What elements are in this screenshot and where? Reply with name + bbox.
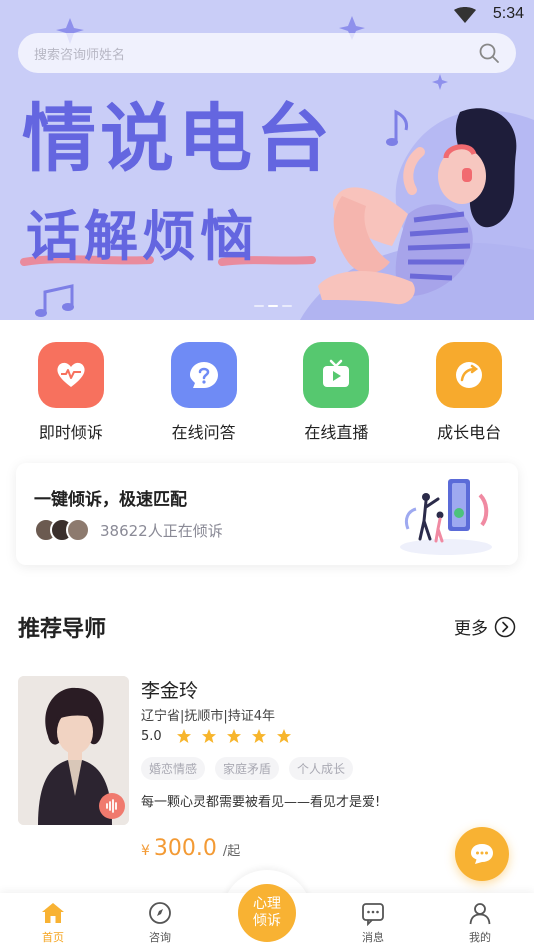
nav-item-messages[interactable]: 消息 <box>343 900 403 945</box>
match-illustration <box>400 479 492 555</box>
star-icon <box>176 729 191 743</box>
price-currency: ¥ <box>141 843 150 859</box>
mentor-tags: 婚恋情感 家庭矛盾 个人成长 <box>141 757 354 780</box>
quick-item-label: 成长电台 <box>437 423 502 442</box>
hero-banner[interactable]: 5:34 搜索咨询师姓名 情说电台 话解烦恼 <box>0 0 534 320</box>
banner-subtitle: 话解烦恼 <box>26 205 258 268</box>
avatar <box>66 518 90 542</box>
star-icon <box>226 729 241 743</box>
quick-item-label: 在线直播 <box>304 423 369 442</box>
price-value: 300.0 <box>153 836 217 861</box>
avatar-stack <box>34 518 94 542</box>
wifi-icon <box>454 7 476 23</box>
search-icon[interactable] <box>478 42 500 64</box>
nav-label: 咨询 <box>149 931 171 944</box>
profile-icon <box>469 903 491 925</box>
star-icon <box>251 729 266 743</box>
quick-item-label: 在线问答 <box>171 423 236 442</box>
nav-item-consult[interactable]: 咨询 <box>130 900 190 945</box>
tv-play-icon <box>303 342 370 408</box>
chevron-right-circle-icon <box>494 616 516 637</box>
center-button-line2: 倾诉 <box>253 913 281 929</box>
question-bubble-icon <box>170 342 237 408</box>
mentor-name[interactable]: 李金玲 <box>141 676 198 703</box>
rating-score: 5.0 <box>141 728 162 744</box>
banner-pagination <box>254 305 292 307</box>
quick-item-growth-radio[interactable]: 成长电台 <box>404 342 534 443</box>
more-label: 更多 <box>454 619 488 639</box>
price-unit: /起 <box>222 844 241 859</box>
search-input[interactable]: 搜索咨询师姓名 <box>34 44 478 63</box>
nav-item-profile[interactable]: 我的 <box>450 900 510 945</box>
banner-dot-active <box>268 305 278 307</box>
match-card-title: 一键倾诉，极速匹配 <box>34 490 187 510</box>
chat-bubble-icon <box>471 844 493 864</box>
quick-item-live-stream[interactable]: 在线直播 <box>272 342 402 443</box>
more-mentors-link[interactable]: 更多 <box>454 614 516 639</box>
banner-dot <box>254 305 264 307</box>
talking-count: 38622人正在倾诉 <box>100 522 223 540</box>
nav-label: 消息 <box>362 931 384 944</box>
sound-wave-icon <box>106 799 117 813</box>
banner-dot <box>282 305 292 307</box>
center-button-line1: 心理 <box>253 895 281 912</box>
quick-match-card[interactable]: 一键倾诉，极速匹配 38622人正在倾诉 <box>16 463 518 565</box>
mentor-rating: 5.0 <box>141 728 301 744</box>
tag: 家庭矛盾 <box>215 757 280 780</box>
star-icon <box>276 729 291 743</box>
mentor-motto: 每一颗心灵都需要被看见——看见才是爱! <box>141 795 381 810</box>
radio-dial-icon <box>436 342 503 408</box>
compass-icon <box>149 902 171 924</box>
banner-title: 情说电台 <box>22 96 334 182</box>
chat-fab-button[interactable] <box>455 827 509 881</box>
message-icon <box>362 903 384 926</box>
tag: 婚恋情感 <box>141 757 206 780</box>
mentor-photo[interactable] <box>18 676 129 825</box>
search-bar[interactable]: 搜索咨询师姓名 <box>18 33 516 73</box>
quick-item-online-qa[interactable]: 在线问答 <box>139 342 269 443</box>
psych-talk-center-button[interactable]: 心理 倾诉 <box>238 884 296 942</box>
status-bar: 5:34 <box>0 0 534 30</box>
voice-intro-button[interactable] <box>99 793 125 819</box>
section-title-recommended-mentors: 推荐导师 <box>18 617 107 642</box>
mentor-price: ¥ 300.0 /起 <box>141 836 240 861</box>
status-time: 5:34 <box>492 5 524 22</box>
tag: 个人成长 <box>289 757 354 780</box>
home-icon <box>42 903 64 923</box>
nav-label: 我的 <box>469 931 491 944</box>
quick-menu: 即时倾诉 在线问答 在线直播 成长电台 <box>0 342 534 443</box>
nav-label: 首页 <box>42 931 64 944</box>
quick-item-label: 即时倾诉 <box>38 423 103 442</box>
quick-item-instant-talk[interactable]: 即时倾诉 <box>6 342 136 443</box>
mentor-location: 辽宁省|抚顺市|持证4年 <box>141 709 276 724</box>
heart-pulse-icon <box>37 342 104 408</box>
star-icon <box>201 729 216 743</box>
nav-item-home[interactable]: 首页 <box>23 900 83 945</box>
